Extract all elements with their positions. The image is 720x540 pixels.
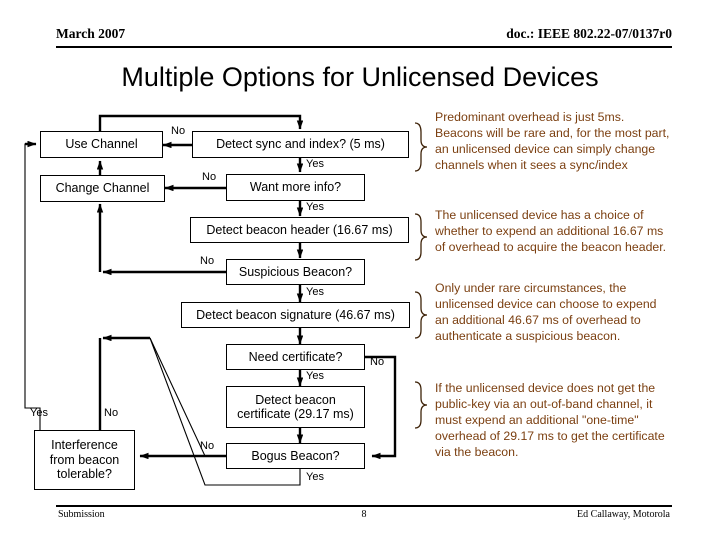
- annotation-5ms: Predominant overhead is just 5ms. Beacon…: [435, 110, 670, 172]
- node-use-channel[interactable]: Use Channel: [40, 131, 163, 158]
- edge-label-no-interference: No: [104, 407, 119, 419]
- edge-label-yes-detect-sync: Yes: [306, 158, 324, 170]
- node-interference-tolerable[interactable]: Interference from beacon tolerable?: [34, 430, 135, 490]
- node-label: Bogus Beacon?: [251, 448, 340, 463]
- node-suspicious-beacon[interactable]: Suspicious Beacon?: [226, 259, 365, 285]
- node-detect-beacon-certificate[interactable]: Detect beacon certificate (29.17 ms): [226, 386, 365, 428]
- annotation-certificate: If the unlicensed device does not get th…: [435, 381, 665, 459]
- edge-label-no-need-certificate: No: [370, 356, 385, 368]
- edge-label-yes-need-certificate: Yes: [306, 370, 324, 382]
- node-detect-sync[interactable]: Detect sync and index? (5 ms): [192, 131, 409, 158]
- node-detect-beacon-header[interactable]: Detect beacon header (16.67 ms): [190, 217, 409, 243]
- node-label: Detect beacon signature (46.67 ms): [196, 307, 395, 322]
- edge-label-no-detect-sync: No: [171, 125, 186, 137]
- node-label: Need certificate?: [248, 349, 343, 364]
- footer-author: Ed Callaway, Motorola: [577, 509, 670, 520]
- node-detect-beacon-signature[interactable]: Detect beacon signature (46.67 ms): [181, 302, 410, 328]
- edge-label-no-suspicious: No: [200, 255, 215, 267]
- edge-label-no-want-more-info: No: [202, 171, 217, 183]
- edge-label-no-bogus-beacon: No: [200, 440, 215, 452]
- node-label: Suspicious Beacon?: [238, 264, 353, 279]
- node-label: Want more info?: [249, 180, 342, 195]
- node-label: Use Channel: [65, 137, 138, 152]
- node-label: Change Channel: [55, 181, 150, 196]
- edge-label-yes-want-more-info: Yes: [306, 201, 324, 213]
- footer-divider: [56, 505, 672, 507]
- edge-label-yes-interference: Yes: [30, 407, 48, 419]
- node-label: Interference from beacon tolerable?: [49, 438, 120, 482]
- slide-footer: Submission 8 Ed Callaway, Motorola: [56, 505, 672, 535]
- node-want-more-info[interactable]: Want more info?: [226, 174, 365, 201]
- annotation-header: The unlicensed device has a choice of wh…: [435, 208, 667, 254]
- node-change-channel[interactable]: Change Channel: [40, 175, 165, 202]
- node-label: Detect sync and index? (5 ms): [216, 137, 385, 152]
- edge-label-yes-bogus-beacon: Yes: [306, 471, 324, 483]
- node-bogus-beacon[interactable]: Bogus Beacon?: [226, 443, 365, 469]
- node-need-certificate[interactable]: Need certificate?: [226, 344, 365, 370]
- node-label: Detect beacon header (16.67 ms): [206, 222, 393, 237]
- annotation-signature: Only under rare circumstances, the unlic…: [435, 281, 657, 343]
- edge-label-yes-suspicious: Yes: [306, 286, 324, 298]
- node-label: Detect beacon certificate (29.17 ms): [237, 392, 354, 421]
